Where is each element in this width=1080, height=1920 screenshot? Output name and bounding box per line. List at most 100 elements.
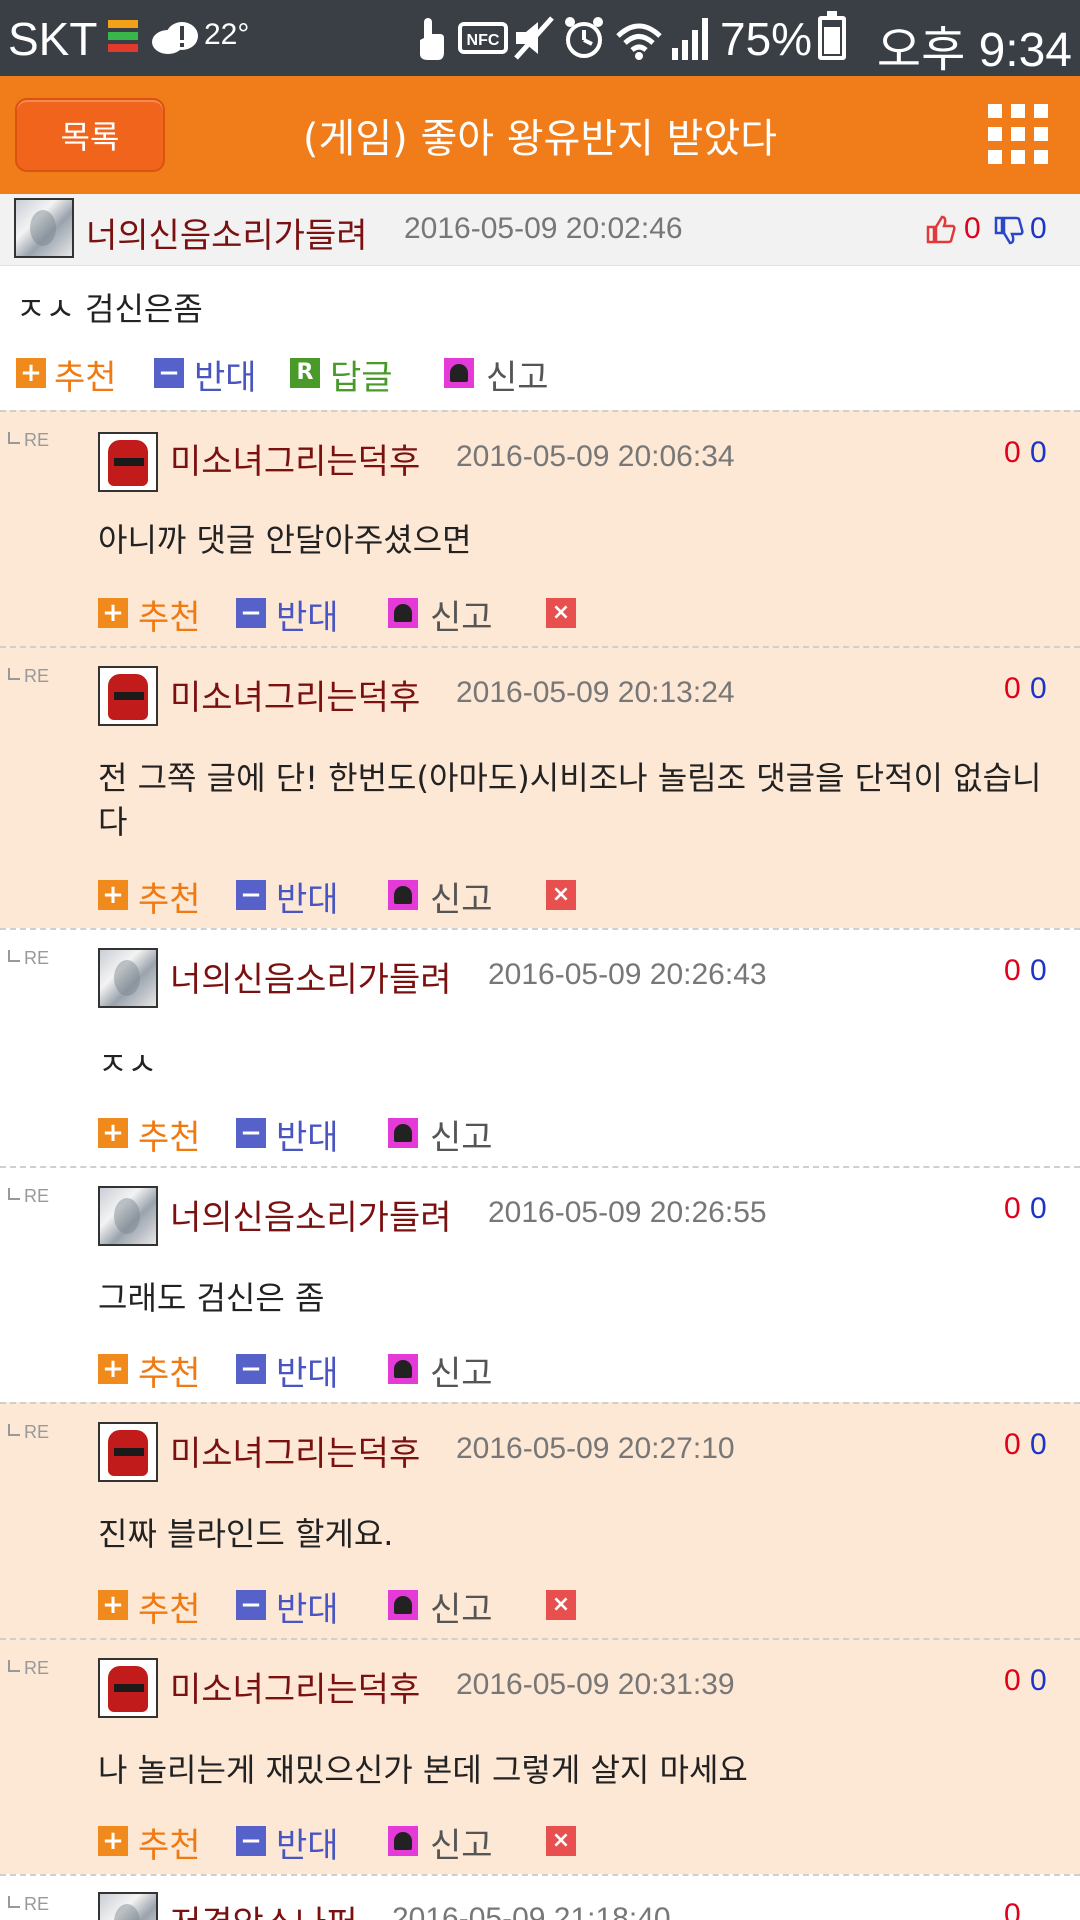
comment-date: 2016-05-09 20:26:43 — [488, 958, 767, 991]
recommend-button[interactable]: 추천 — [138, 1582, 201, 1631]
svg-text:NFC: NFC — [467, 32, 500, 49]
thumbs-up-icon[interactable] — [926, 214, 956, 244]
minus-icon[interactable]: − — [236, 1826, 266, 1856]
report-button[interactable]: 신고 — [486, 350, 549, 399]
siren-icon[interactable] — [388, 1590, 418, 1620]
comment-date: 2016-05-09 20:13:24 — [456, 676, 735, 709]
post-meta-bar: 너의신음소리가들려 2016-05-09 20:02:46 0 0 — [0, 194, 1080, 266]
recommend-button[interactable]: 추천 — [138, 1818, 201, 1867]
comment-up-count: 0 — [1004, 1428, 1021, 1461]
oppose-button[interactable]: 반대 — [194, 350, 257, 399]
minus-icon[interactable]: − — [236, 598, 266, 628]
report-button[interactable]: 신고 — [430, 1110, 493, 1159]
app-header: 목록 (게임) 좋아 왕유반지 받았다 — [0, 76, 1080, 194]
comment-item: RE 너의신음소리가들려 2016-05-09 20:26:55 0 0 그래도… — [0, 1166, 1080, 1402]
minus-icon[interactable]: − — [154, 358, 184, 388]
report-button[interactable]: 신고 — [430, 1346, 493, 1395]
post-date: 2016-05-09 20:02:46 — [404, 212, 683, 245]
report-button[interactable]: 신고 — [430, 872, 493, 921]
avatar[interactable] — [98, 1658, 158, 1718]
recommend-button[interactable]: 추천 — [54, 350, 117, 399]
reply-arrow-icon: RE — [8, 666, 49, 687]
comment-item: RE 미소녀그리는덕후 2016-05-09 20:31:39 0 0 나 놀리… — [0, 1638, 1080, 1874]
oppose-button[interactable]: 반대 — [276, 872, 339, 921]
avatar[interactable] — [98, 666, 158, 726]
oppose-button[interactable]: 반대 — [276, 590, 339, 639]
comment-up-count: 0 — [1004, 672, 1021, 705]
comment-author[interactable]: 미소녀그리는덕후 — [170, 434, 420, 483]
report-button[interactable]: 신고 — [430, 590, 493, 639]
comment-author[interactable]: 미소녀그리는덕후 — [170, 1662, 420, 1711]
battery-percent: 75% — [720, 13, 813, 65]
siren-icon[interactable] — [388, 598, 418, 628]
comment-date: 2016-05-09 20:31:39 — [456, 1668, 735, 1701]
minus-icon[interactable]: − — [236, 880, 266, 910]
comment-author[interactable]: 너의신음소리가들려 — [170, 1190, 452, 1239]
delete-icon[interactable]: × — [546, 880, 576, 910]
comment-author[interactable]: 미소녀그리는덕후 — [170, 670, 420, 719]
avatar[interactable] — [98, 432, 158, 492]
list-button[interactable]: 목록 — [15, 98, 165, 172]
plus-icon[interactable]: + — [98, 1826, 128, 1856]
plus-icon[interactable]: + — [16, 358, 46, 388]
comment-item: RE 미소녀그리는덕후 2016-05-09 20:27:10 0 0 진짜 블… — [0, 1402, 1080, 1638]
comment-content: 아니까 댓글 안달아주셨으면 — [98, 521, 472, 559]
mute-icon — [514, 16, 554, 60]
thumbs-down-icon[interactable] — [994, 216, 1024, 246]
comment-up-count: 0 — [1004, 954, 1021, 987]
plus-icon[interactable]: + — [98, 598, 128, 628]
plus-icon[interactable]: + — [98, 1118, 128, 1148]
plus-icon[interactable]: + — [98, 880, 128, 910]
oppose-button[interactable]: 반대 — [276, 1346, 339, 1395]
report-button[interactable]: 신고 — [430, 1582, 493, 1631]
delete-icon[interactable]: × — [546, 1826, 576, 1856]
reply-arrow-icon: RE — [8, 1422, 49, 1443]
wifi-icon — [616, 23, 662, 60]
siren-icon[interactable] — [388, 1826, 418, 1856]
recommend-button[interactable]: 추천 — [138, 1346, 201, 1395]
comment-author[interactable]: 저격악스나퍼 — [170, 1896, 358, 1920]
minus-icon[interactable]: − — [236, 1354, 266, 1384]
plus-icon[interactable]: + — [98, 1354, 128, 1384]
siren-icon[interactable] — [388, 1354, 418, 1384]
siren-icon[interactable] — [388, 880, 418, 910]
delete-icon[interactable]: × — [546, 1590, 576, 1620]
report-button[interactable]: 신고 — [430, 1818, 493, 1867]
avatar[interactable] — [98, 948, 158, 1008]
recommend-button[interactable]: 추천 — [138, 590, 201, 639]
grid-menu-icon[interactable] — [988, 104, 1048, 164]
recommend-button[interactable]: 추천 — [138, 872, 201, 921]
avatar[interactable] — [98, 1892, 158, 1920]
reply-arrow-icon: RE — [8, 1894, 49, 1915]
comment-up-count: 0 — [1004, 1664, 1021, 1697]
comment-up-count: 0 — [1004, 1898, 1021, 1920]
avatar[interactable] — [98, 1186, 158, 1246]
post-up-count: 0 — [964, 212, 981, 245]
oppose-button[interactable]: 반대 — [276, 1818, 339, 1867]
cloud-alert-icon — [152, 22, 198, 54]
delete-icon[interactable]: × — [546, 598, 576, 628]
minus-icon[interactable]: − — [236, 1118, 266, 1148]
post-author[interactable]: 너의신음소리가들려 — [86, 208, 368, 257]
comment-content: ㅈㅅ — [98, 1045, 157, 1083]
oppose-button[interactable]: 반대 — [276, 1582, 339, 1631]
comment-date: 2016-05-09 20:06:34 — [456, 440, 735, 473]
comment-author[interactable]: 미소녀그리는덕후 — [170, 1426, 420, 1475]
comment-author[interactable]: 너의신음소리가들려 — [170, 952, 452, 1001]
reply-button[interactable]: 답글 — [330, 350, 393, 399]
oppose-button[interactable]: 반대 — [276, 1110, 339, 1159]
minus-icon[interactable]: − — [236, 1590, 266, 1620]
siren-icon[interactable] — [444, 358, 474, 388]
comment-content: 그래도 검신은 좀 — [98, 1279, 325, 1317]
comment-down-count: 0 — [1030, 672, 1047, 705]
siren-icon[interactable] — [388, 1118, 418, 1148]
comment-date: 2016-05-09 20:27:10 — [456, 1432, 735, 1465]
plus-icon[interactable]: + — [98, 1590, 128, 1620]
avatar[interactable] — [98, 1422, 158, 1482]
comment-date: 2016-05-09 21:18:40 — [392, 1902, 671, 1920]
avatar[interactable] — [14, 198, 74, 258]
page-title: (게임) 좋아 왕유반지 받았다 — [302, 116, 778, 162]
comment-content: 전 그쪽 글에 단! 한번도(아마도)시비조나 놀림조 댓글을 단적이 없습니다 — [98, 759, 1042, 841]
reply-icon[interactable]: R — [290, 358, 320, 388]
recommend-button[interactable]: 추천 — [138, 1110, 201, 1159]
